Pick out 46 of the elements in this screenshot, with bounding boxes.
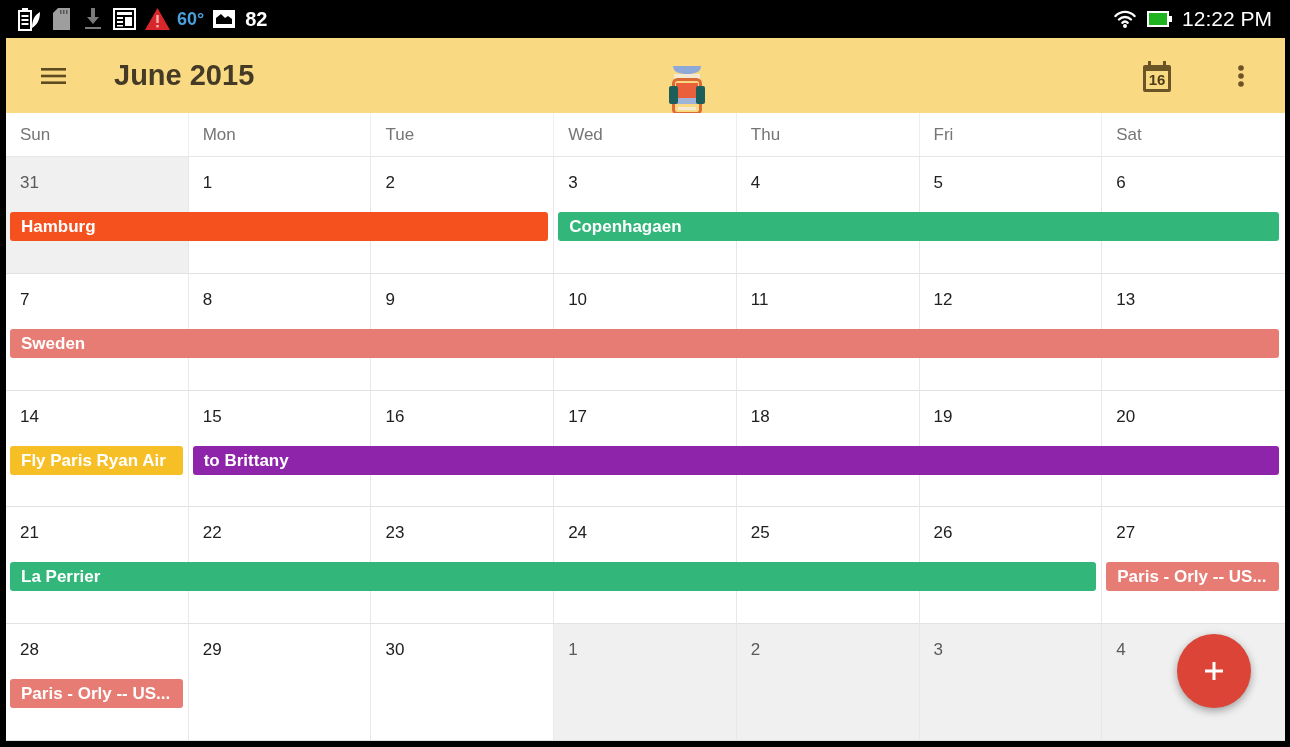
temperature-text: 60° xyxy=(177,9,205,29)
clock-time: 12:22 PM xyxy=(1182,7,1272,31)
day-number: 31 xyxy=(20,173,39,192)
weekday-label: Sun xyxy=(20,124,51,145)
weekday-label: Mon xyxy=(202,124,236,145)
weekday-label: Tue xyxy=(385,124,415,145)
day-number: 13 xyxy=(1116,289,1136,309)
day-number: 7 xyxy=(20,289,30,309)
day-number: 30 xyxy=(385,640,405,660)
weekday-label: Fri xyxy=(933,124,954,145)
notification-count: 82 xyxy=(245,8,268,30)
month-title: June 2015 xyxy=(114,59,255,92)
day-number: 23 xyxy=(385,523,405,543)
day-number: 11 xyxy=(750,289,769,309)
day-number: 3 xyxy=(568,173,578,192)
day-number: 4 xyxy=(1116,640,1126,660)
day-number: 6 xyxy=(1116,173,1126,192)
day-number: 20 xyxy=(1116,406,1136,426)
weekday-label: Thu xyxy=(750,124,781,145)
day-number: 12 xyxy=(933,289,953,309)
day-number: 1 xyxy=(202,173,213,192)
day-number: 15 xyxy=(202,406,222,426)
day-number: 26 xyxy=(933,523,953,543)
day-number: 2 xyxy=(385,173,395,192)
day-number: 3 xyxy=(933,640,944,660)
day-number: 14 xyxy=(20,406,39,426)
day-number: 5 xyxy=(933,173,944,192)
day-number: 19 xyxy=(933,406,953,426)
day-number: 4 xyxy=(750,173,761,192)
day-number: 2 xyxy=(750,640,761,660)
day-number: 27 xyxy=(1116,523,1136,543)
day-number: 18 xyxy=(750,406,770,426)
day-number: 25 xyxy=(750,523,770,543)
day-number: 9 xyxy=(385,289,395,309)
day-number: 16 xyxy=(385,406,405,426)
day-number: 10 xyxy=(568,289,588,309)
day-number: 21 xyxy=(20,523,39,543)
day-number: 8 xyxy=(202,289,213,309)
day-number: 24 xyxy=(568,523,588,543)
day-number: 29 xyxy=(202,640,222,660)
day-number: 22 xyxy=(202,523,222,543)
day-number: 17 xyxy=(568,406,588,426)
day-number: 1 xyxy=(568,640,578,660)
weekday-label: Wed xyxy=(568,124,603,145)
weekday-label: Sat xyxy=(1116,124,1142,145)
day-number: 28 xyxy=(20,640,39,660)
